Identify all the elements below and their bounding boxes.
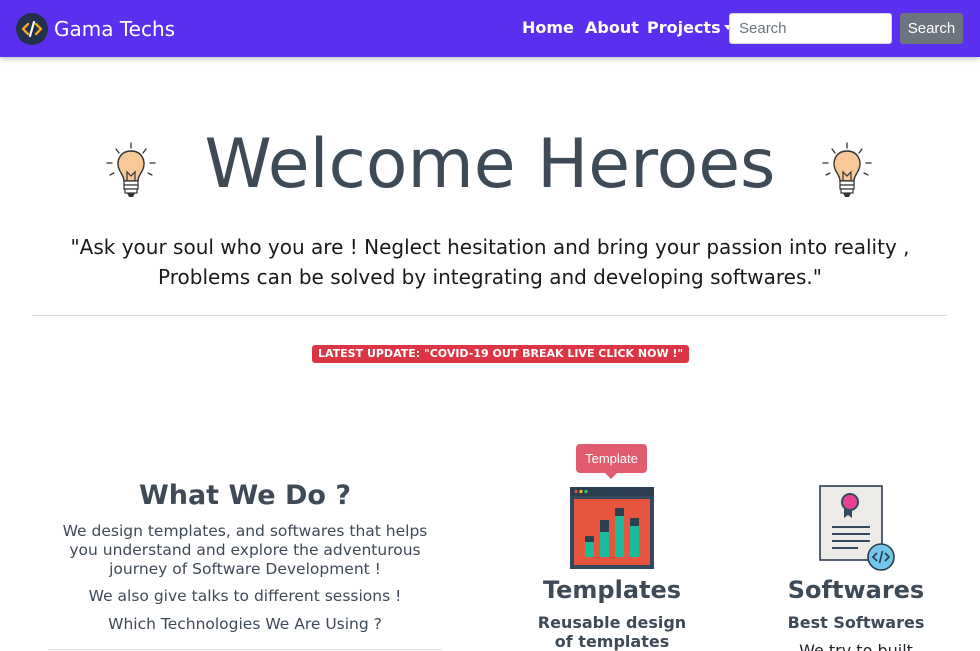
bar-chart-window-icon[interactable]	[569, 486, 655, 570]
latest-update-badge[interactable]: LATEST UPDATE: "COVID-19 OUT BREAK LIVE …	[312, 345, 690, 363]
nav-projects-label: Projects	[647, 18, 721, 37]
divider	[48, 649, 442, 650]
softwares-text: We try to built	[799, 641, 913, 651]
what-we-do-title: What We Do ?	[138, 480, 352, 511]
softwares-subtitle: Best Softwares	[787, 613, 925, 632]
certificate-code-icon[interactable]	[818, 484, 896, 572]
search-button[interactable]: Search	[900, 13, 963, 44]
divider	[32, 315, 947, 316]
brand-name: Gama Techs	[54, 17, 176, 41]
nav-about-link[interactable]: About	[585, 18, 639, 37]
templates-subtitle: Reusable design of templates	[537, 613, 687, 651]
hero-quote: "Ask your soul who you are ! Neglect hes…	[70, 235, 910, 289]
code-icon	[16, 13, 48, 45]
talks-text: We also give talks to different sessions…	[88, 587, 402, 605]
template-tooltip: Template	[576, 444, 647, 473]
what-we-do-description: We design templates, and softwares that …	[62, 522, 428, 578]
search-input[interactable]	[729, 13, 892, 44]
nav-projects-dropdown[interactable]: Projects	[647, 18, 732, 37]
nav-home-link[interactable]: Home	[522, 18, 574, 37]
brand[interactable]: Gama Techs	[16, 13, 175, 45]
templates-title: Templates	[542, 576, 682, 604]
technologies-text: Which Technologies We Are Using ?	[108, 615, 382, 633]
tooltip-arrow	[605, 473, 617, 479]
navbar: Gama Techs Home About Projects Search	[0, 0, 980, 57]
softwares-title: Softwares	[787, 576, 925, 604]
light-bulb-icon	[822, 142, 872, 197]
